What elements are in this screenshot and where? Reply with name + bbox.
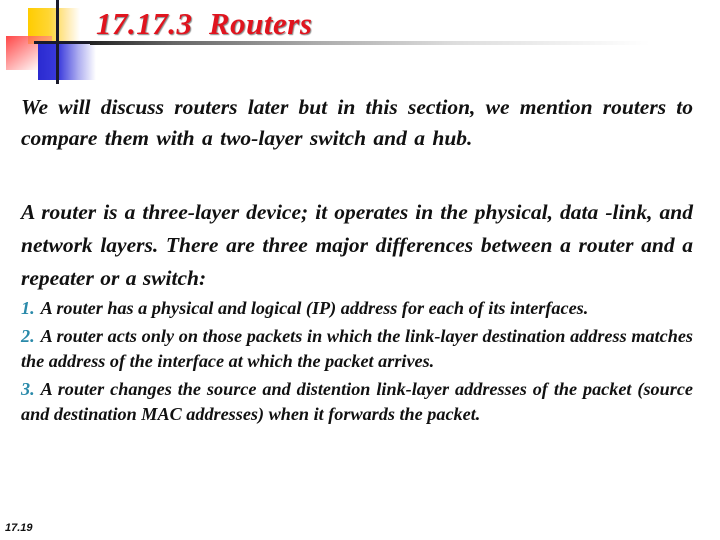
intro-paragraph: We will discuss routers later but in thi… [21,95,693,150]
slide-title: 17.17.3 Routers [96,6,313,41]
list-item: 3. A router changes the source and disten… [21,377,693,427]
differences-list: 1. A router has a physical and logical (I… [21,296,693,430]
list-item-number: 2. [21,326,35,346]
router-description-paragraph: A router is a three-layer device; it ope… [21,200,693,290]
list-item-number: 3. [21,379,35,399]
list-item-number: 1. [21,298,35,318]
list-item-text: A router has a physical and logical (IP)… [40,298,589,318]
list-item-text: A router changes the source and distenti… [21,379,693,424]
list-item: 1. A router has a physical and logical (I… [21,296,693,321]
slide-logo-decoration [0,0,100,90]
page-number: 17.19 [5,522,33,534]
list-item-text: A router acts only on those packets in w… [21,326,693,371]
logo-horizontal-line [34,41,94,44]
list-item: 2. A router acts only on those packets in… [21,324,693,374]
logo-blue-square [38,44,96,80]
